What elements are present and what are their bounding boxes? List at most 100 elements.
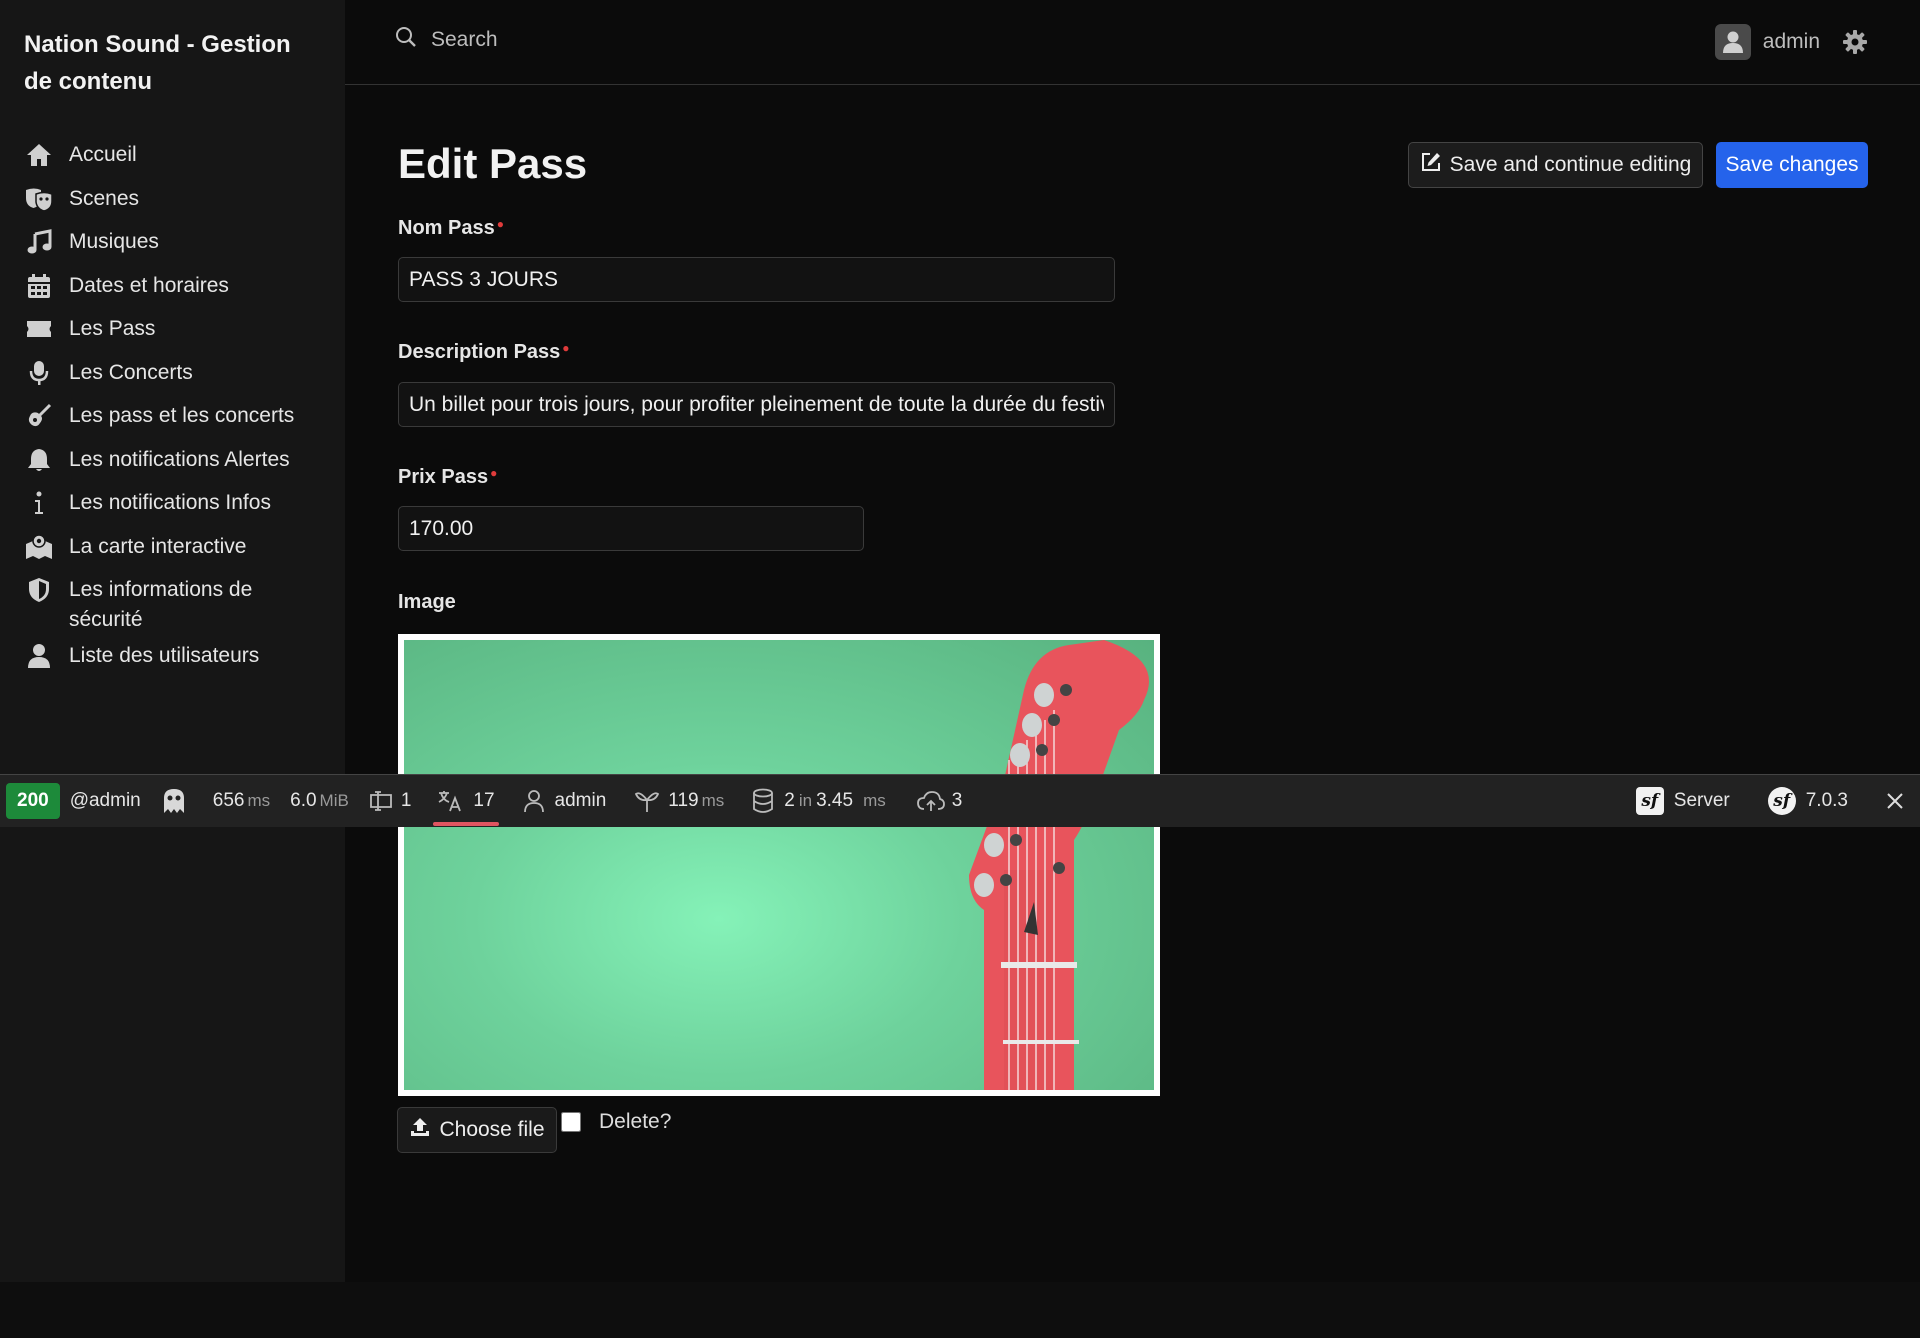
performance-panel[interactable]: 656 ms	[203, 775, 280, 827]
search-input[interactable]	[431, 28, 731, 52]
bell-icon	[24, 445, 54, 473]
sidebar-item-label: Les Pass	[69, 317, 156, 340]
db-in: in	[798, 791, 813, 810]
http-client-panel[interactable]: 3	[906, 775, 973, 827]
sidebar-item-concerts[interactable]: Les Concerts	[24, 358, 324, 402]
delete-checkbox[interactable]	[561, 1112, 581, 1132]
sidebar-item-pass-concerts[interactable]: Les pass et les concerts	[24, 401, 324, 445]
nom-pass-label: Nom Pass ●	[398, 217, 504, 240]
sidebar-item-carte[interactable]: La carte interactive	[24, 532, 324, 576]
twig-icon	[634, 789, 660, 813]
db-count: 2	[784, 790, 795, 811]
db-time: 3.45	[816, 790, 854, 811]
delete-label: Delete?	[599, 1110, 672, 1133]
username[interactable]: admin	[1763, 30, 1820, 54]
sidebar-item-label: Accueil	[69, 143, 137, 166]
database-panel[interactable]: 2 in 3.45 ms	[742, 775, 895, 827]
save-continue-button[interactable]: Save and continue editing	[1408, 142, 1703, 188]
description-pass-label: Description Pass ●	[398, 341, 570, 364]
sidebar-item-label: Liste des utilisateurs	[69, 644, 260, 667]
sidebar-item-utilisateurs[interactable]: Liste des utilisateurs	[24, 641, 324, 685]
sidebar-item-label: Scenes	[69, 186, 140, 210]
sidebar-item-pass[interactable]: Les Pass	[24, 314, 324, 358]
home-icon	[24, 140, 54, 168]
form-icon	[369, 789, 393, 813]
database-icon	[752, 788, 774, 814]
microphone-icon	[24, 358, 54, 386]
avatar[interactable]	[1714, 24, 1751, 60]
sidebar-item-scenes[interactable]: Scenes	[24, 184, 324, 228]
sidebar-item-alertes[interactable]: Les notifications Alertes	[24, 445, 324, 489]
memory-panel[interactable]: 6.0 MiB	[280, 775, 359, 827]
translation-panel[interactable]: 17	[427, 775, 504, 827]
guitar-headstock-image	[404, 640, 1154, 1090]
close-icon[interactable]	[1876, 775, 1914, 827]
sidebar-item-label: Les notifications Infos	[69, 491, 271, 514]
sidebar: Nation Sound - Gestion de contenu Accuei…	[0, 0, 345, 1282]
ghost-icon[interactable]	[151, 775, 197, 827]
sidebar-item-label: Les pass et les concerts	[69, 404, 295, 427]
time-unit: ms	[247, 791, 271, 810]
search-icon	[395, 26, 417, 54]
masks-icon	[24, 184, 54, 212]
time-value: 656	[212, 790, 245, 811]
twig-unit: ms	[701, 791, 725, 810]
image-preview	[398, 634, 1160, 1096]
info-icon	[24, 488, 54, 516]
upload-icon	[409, 1116, 431, 1144]
page-bottom	[0, 1282, 1920, 1338]
nom-pass-input[interactable]	[398, 257, 1115, 302]
gear-icon[interactable]	[1842, 29, 1868, 55]
sidebar-item-label: La carte interactive	[69, 534, 247, 558]
delete-checkbox-row[interactable]: Delete?	[561, 1110, 671, 1134]
sidebar-item-label: Musiques	[69, 230, 159, 253]
sidebar-item-label: Les Concerts	[69, 360, 193, 384]
memory-unit: MiB	[319, 791, 349, 810]
prix-pass-input[interactable]	[398, 506, 864, 551]
sidebar-item-dates[interactable]: Dates et horaires	[24, 271, 324, 315]
twig-panel[interactable]: 119 ms	[624, 775, 734, 827]
sidebar-item-label: Les informations de sécurité	[69, 578, 253, 631]
translations-count: 17	[473, 790, 495, 811]
sidebar-item-label: Dates et horaires	[69, 273, 229, 297]
calendar-icon	[24, 271, 54, 299]
sidebar-item-accueil[interactable]: Accueil	[24, 140, 324, 184]
symfony-logo-icon: sf	[1635, 787, 1664, 815]
guitar-icon	[24, 401, 54, 429]
sidebar-nav: Accueil Scenes Musiques Dates et horaire…	[24, 140, 324, 685]
prix-pass-label: Prix Pass ●	[398, 466, 497, 489]
symfony-version: 7.0.3	[1805, 790, 1848, 811]
choose-file-button[interactable]: Choose file	[397, 1107, 557, 1153]
prix-pass-label-text: Prix Pass	[398, 466, 489, 488]
translate-icon	[437, 789, 463, 813]
sidebar-item-infos[interactable]: Les notifications Infos	[24, 488, 324, 532]
server-label: Server	[1673, 790, 1730, 811]
image-label: Image	[398, 591, 456, 613]
twig-time: 119	[668, 790, 699, 811]
choose-file-label: Choose file	[439, 1118, 545, 1141]
server-panel[interactable]: sf Server	[1626, 775, 1740, 827]
save-button[interactable]: Save changes	[1716, 142, 1868, 188]
required-marker: ●	[490, 466, 498, 480]
sidebar-item-musiques[interactable]: Musiques	[24, 227, 324, 271]
user-menu[interactable]: admin	[1714, 24, 1868, 60]
save-continue-label: Save and continue editing	[1449, 153, 1692, 176]
description-pass-input[interactable]	[398, 382, 1115, 427]
edit-icon	[1420, 151, 1442, 179]
shield-icon	[24, 575, 54, 603]
topbar: admin	[345, 0, 1920, 85]
sidebar-item-securite[interactable]: Les informations de sécurité	[24, 575, 324, 641]
status-badge[interactable]: 200	[6, 783, 60, 819]
brand-title[interactable]: Nation Sound - Gestion de contenu	[24, 26, 324, 100]
security-panel[interactable]: admin	[513, 775, 617, 827]
symfony-version-panel[interactable]: sf 7.0.3	[1758, 775, 1858, 827]
person-icon	[523, 789, 545, 813]
security-user: admin	[554, 790, 607, 811]
forms-panel[interactable]: 1	[359, 775, 422, 827]
sidebar-item-label: Les notifications Alertes	[69, 447, 290, 471]
map-location-icon	[24, 532, 54, 560]
route-user[interactable]: @admin	[60, 775, 151, 827]
user-icon	[24, 641, 54, 669]
http-count: 3	[951, 790, 963, 811]
music-icon	[24, 227, 54, 255]
